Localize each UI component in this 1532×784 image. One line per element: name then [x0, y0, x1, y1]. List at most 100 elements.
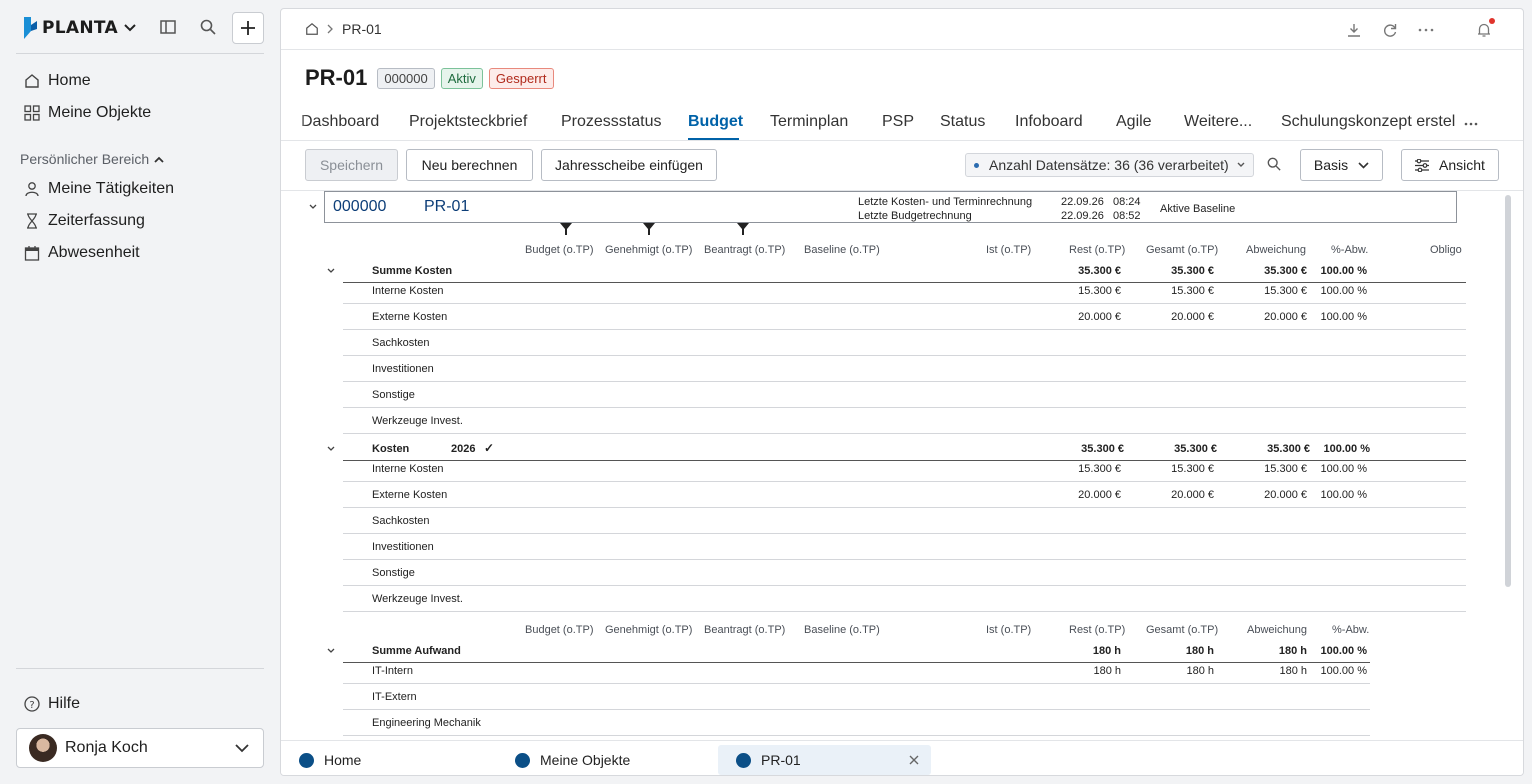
- view-settings-button[interactable]: Ansicht: [1401, 149, 1499, 181]
- tab-psp[interactable]: PSP: [882, 113, 914, 131]
- dataset-count-label: Anzahl Datensätze: 36 (36 verarbeitet): [989, 157, 1229, 173]
- user-menu[interactable]: Ronja Koch: [16, 728, 264, 768]
- row-label: Externe Kosten: [372, 311, 448, 323]
- row-abweichung: 20.000 €: [1264, 489, 1307, 501]
- col-baseline: Baseline (o.TP): [804, 244, 880, 256]
- planta-logo-icon: [22, 17, 38, 39]
- col-gesamt: Gesamt (o.TP): [1146, 624, 1219, 636]
- filter-funnel-icon[interactable]: [560, 223, 572, 235]
- row-gesamt: 20.000 €: [1171, 489, 1214, 501]
- search-icon[interactable]: [197, 16, 219, 38]
- project-id: 000000: [333, 198, 387, 215]
- filter-funnel-icon[interactable]: [643, 223, 655, 235]
- status-badge: Aktiv: [440, 67, 483, 89]
- brand-switcher[interactable]: PLANTA: [22, 14, 136, 42]
- chevron-right-icon: [327, 24, 333, 34]
- last-budget-calc-date: 22.09.26: [1061, 210, 1104, 222]
- nav-abwesenheit-label: Abwesenheit: [48, 244, 140, 261]
- row-label: Interne Kosten: [372, 463, 444, 475]
- bottom-tab-pr01[interactable]: PR-01: [718, 745, 931, 775]
- recalculate-button[interactable]: Neu berechnen: [406, 149, 533, 181]
- row-label: Externe Kosten: [372, 489, 448, 501]
- nav-meine-taetigkeiten[interactable]: Meine Tätigkeiten: [24, 177, 174, 201]
- group-pct: 100.00 %: [1320, 645, 1367, 657]
- tab-projektsteckbrief[interactable]: Projektsteckbrief: [409, 113, 527, 131]
- chevron-down-icon: [1358, 161, 1369, 169]
- more-icon[interactable]: [1417, 21, 1435, 39]
- tab-infoboard[interactable]: Infoboard: [1015, 113, 1083, 131]
- filter-funnel-icon[interactable]: [737, 223, 749, 235]
- tab-status[interactable]: Status: [940, 113, 985, 131]
- vertical-scrollbar[interactable]: [1505, 195, 1511, 587]
- active-baseline-label: Aktive Baseline: [1160, 203, 1236, 215]
- nav-hilfe[interactable]: ? Hilfe: [24, 692, 80, 716]
- home-icon[interactable]: [305, 22, 319, 36]
- collapse-chevron-icon[interactable]: [327, 648, 335, 654]
- last-cost-calc-label: Letzte Kosten- und Terminrechnung: [858, 196, 1033, 208]
- insert-year-button[interactable]: Jahresscheibe einfügen: [541, 149, 717, 181]
- tab-dot-icon: [736, 752, 751, 768]
- row-label: Sonstige: [372, 567, 415, 579]
- nav-meine-objekte[interactable]: Meine Objekte: [24, 101, 151, 125]
- row-gesamt: 180 h: [1186, 665, 1214, 677]
- main-panel: PR-01 PR-01 000000 Aktiv Gesperrt Dashbo…: [280, 8, 1524, 776]
- row-rest: 20.000 €: [1078, 311, 1121, 323]
- col-rest: Rest (o.TP): [1069, 244, 1126, 256]
- person-icon: [24, 181, 40, 197]
- tab-prozessstatus[interactable]: Prozessstatus: [561, 113, 661, 131]
- col-beantragt: Beantragt (o.TP): [704, 244, 786, 256]
- download-icon[interactable]: [1345, 21, 1363, 39]
- col-baseline: Baseline (o.TP): [804, 624, 880, 636]
- close-icon[interactable]: [909, 755, 919, 765]
- avatar: [29, 734, 57, 762]
- tab-budget[interactable]: Budget: [688, 113, 743, 131]
- row-pct: 100.00 %: [1320, 489, 1367, 501]
- search-icon[interactable]: [1267, 157, 1283, 173]
- brand-name: PLANTA: [42, 18, 118, 38]
- notification-bell-icon[interactable]: [1475, 18, 1495, 39]
- group-rest: 180 h: [1092, 645, 1121, 657]
- open-objects-bar: Home Meine Objekte PR-01: [281, 740, 1523, 775]
- tab-terminplan[interactable]: Terminplan: [770, 113, 848, 131]
- col-budget: Budget (o.TP): [525, 244, 594, 256]
- row-label: Werkzeuge Invest.: [372, 593, 463, 605]
- col-beantragt: Beantragt (o.TP): [704, 624, 786, 636]
- collapse-chevron-icon[interactable]: [309, 204, 317, 210]
- dataset-count-dropdown[interactable]: Anzahl Datensätze: 36 (36 verarbeitet): [965, 153, 1254, 177]
- user-name: Ronja Koch: [65, 739, 148, 756]
- bottom-tab-home[interactable]: Home: [281, 745, 491, 775]
- personal-section-toggle[interactable]: Persönlicher Bereich: [20, 151, 164, 167]
- nav-abwesenheit[interactable]: Abwesenheit: [24, 241, 140, 265]
- row-abweichung: 15.300 €: [1264, 285, 1307, 297]
- col-gesamt: Gesamt (o.TP): [1146, 244, 1219, 256]
- collapse-chevron-icon[interactable]: [327, 446, 335, 452]
- sidebar-toggle-icon[interactable]: [157, 16, 179, 38]
- nav-zeiterfassung[interactable]: Zeiterfassung: [24, 209, 145, 233]
- budget-grid: 000000 PR-01 Letzte Kosten- und Terminre…: [281, 191, 1523, 739]
- tab-schulungskonzept[interactable]: Schulungskonzept erstel: [1281, 113, 1455, 131]
- sliders-icon: [1415, 158, 1430, 172]
- tab-agile[interactable]: Agile: [1116, 113, 1152, 131]
- refresh-icon[interactable]: [1381, 21, 1399, 39]
- sidebar: PLANTA Home Meine Objekte Persönlicher B…: [0, 0, 280, 784]
- row-divider: [343, 303, 1466, 304]
- group-divider: [343, 662, 1370, 663]
- row-divider: [343, 507, 1466, 508]
- tab-weitere[interactable]: Weitere...: [1184, 113, 1252, 131]
- nav-home[interactable]: Home: [24, 69, 91, 93]
- save-button[interactable]: Speichern: [305, 149, 398, 181]
- active-tab-indicator: [688, 138, 739, 140]
- nav-meine-objekte-label: Meine Objekte: [48, 104, 152, 121]
- chevron-down-icon: [235, 744, 249, 753]
- bottom-tab-meine-objekte[interactable]: Meine Objekte: [497, 745, 707, 775]
- tab-dashboard[interactable]: Dashboard: [301, 113, 379, 131]
- tabs-overflow-icon[interactable]: [1457, 111, 1485, 137]
- add-button[interactable]: [232, 12, 264, 44]
- col-budget: Budget (o.TP): [525, 624, 594, 636]
- group-rest: 35.300 €: [1081, 443, 1124, 455]
- collapse-chevron-icon[interactable]: [327, 268, 335, 274]
- notification-dot: [1489, 18, 1495, 24]
- row-label: Sachkosten: [372, 515, 430, 527]
- group-divider: [343, 282, 1466, 283]
- view-select[interactable]: Basis: [1300, 149, 1383, 181]
